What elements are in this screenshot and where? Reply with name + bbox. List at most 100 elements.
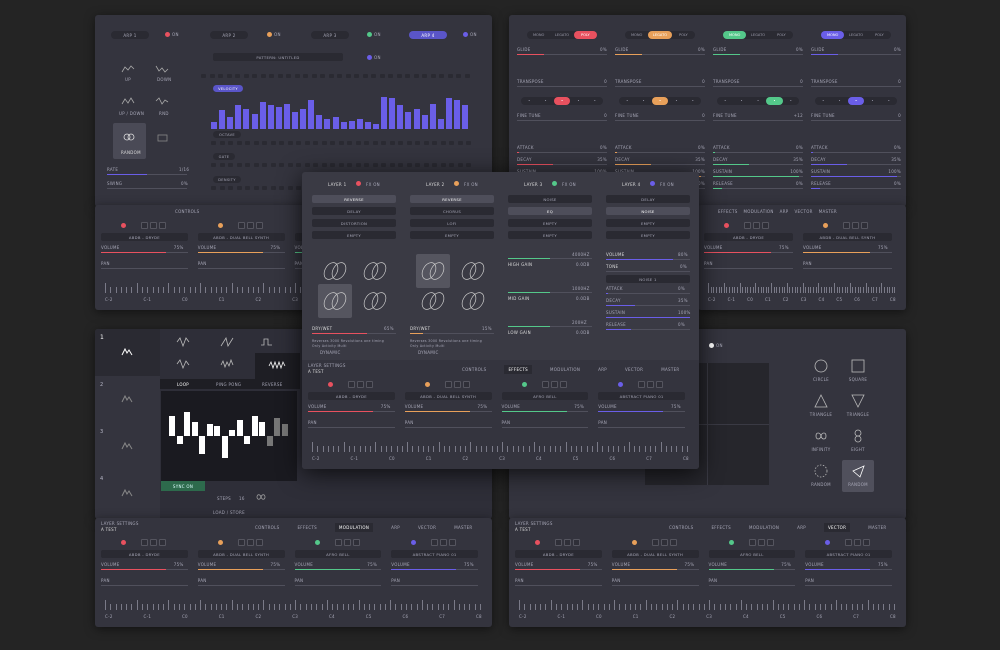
velocity-bar[interactable] [316,115,323,129]
octave-option[interactable]: • [570,97,586,105]
step-cell[interactable] [304,163,310,167]
mode-ping-pong[interactable]: PING PONG [216,382,241,387]
vector-shape-triangle-3[interactable]: TRIANGLE [842,390,874,422]
tab-master[interactable]: MASTER [819,209,837,214]
vector-shape-square-1[interactable]: SQUARE [842,355,874,387]
tab-effects[interactable]: EFFECTS [718,209,738,214]
step-cell[interactable] [262,186,267,190]
step-cell[interactable] [211,186,216,190]
param-slider[interactable] [713,152,803,153]
param-slider[interactable] [811,54,901,55]
tab-master[interactable]: MASTER [868,525,886,530]
octave-tab[interactable]: OCTAVE [213,131,241,138]
mod-row-2[interactable]: 2 [95,376,160,423]
voice-mode-legato[interactable]: LEGATO [648,31,672,39]
arp-preset-selector[interactable]: Pattern: Untitled [213,53,343,61]
step-cell[interactable] [398,141,403,145]
fx-mode-tile[interactable] [456,254,490,288]
arp-tab-4[interactable]: ARP 4 [409,31,447,39]
layer-mode-button[interactable] [861,222,868,229]
tab-modulation[interactable]: MODULATION [335,523,374,532]
load-store-label[interactable]: LOAD / STORE [213,510,245,515]
step-cell[interactable] [262,163,267,167]
fx-mode-tile[interactable] [416,254,450,288]
param-slider[interactable] [615,86,705,87]
mod-row-3[interactable]: 3 [95,423,160,470]
mod-step-bar[interactable] [251,416,258,436]
step-header-cell[interactable] [456,74,461,78]
param-slider[interactable] [615,164,705,165]
layer-mode-button[interactable] [255,222,263,229]
layer-mode-button[interactable] [246,539,254,546]
mod-step-bar[interactable] [221,436,228,458]
volume-slider[interactable] [404,411,492,412]
tab-controls[interactable]: CONTROLS [669,525,693,530]
pan-slider[interactable] [708,585,796,586]
fx-mode-tile[interactable] [456,284,490,318]
velocity-bar[interactable] [373,123,379,129]
velocity-bar[interactable] [389,98,396,129]
tab-modulation[interactable]: MODULATION [744,209,774,214]
velocity-bar[interactable] [356,118,363,129]
voice-mode-selector[interactable]: MONO LEGATO POLY [527,31,597,39]
volume-slider[interactable] [391,569,478,570]
volume-slider[interactable] [197,252,285,253]
direction-up-icon[interactable] [121,65,135,73]
infinity-icon[interactable] [255,494,267,500]
attack-slider[interactable] [606,293,690,294]
voice-mode-selector[interactable]: MONO LEGATO POLY [723,31,793,39]
pan-slider[interactable] [197,268,285,269]
step-cell[interactable] [466,163,471,167]
fx-mode-tile[interactable] [318,254,352,288]
layer-mode-button[interactable] [843,222,850,229]
param-slider[interactable] [517,164,607,165]
step-cell[interactable] [381,141,386,145]
layer-mode-button[interactable] [852,222,859,229]
step-cell[interactable] [296,141,301,145]
octave-step-row[interactable] [211,141,475,146]
arp-tab-1[interactable]: ARP 1 [111,31,149,39]
tab-arp[interactable]: ARP [780,209,789,214]
velocity-bar[interactable] [292,112,298,129]
velocity-bar[interactable] [364,122,371,129]
step-cell[interactable] [287,186,293,190]
pan-slider[interactable] [704,268,793,269]
step-cell[interactable] [279,141,284,145]
fx-slot[interactable]: DELAY [312,207,396,215]
sync-toggle[interactable]: SYNC ON [161,481,205,491]
mod-step-bar[interactable] [206,424,213,436]
keyboard-range-ruler[interactable] [105,596,482,610]
preset-selector[interactable]: Abstract Piano 01 [598,392,685,400]
step-cell[interactable] [313,141,318,145]
sustain-slider[interactable] [606,317,690,318]
param-slider[interactable] [713,164,803,165]
step-cell[interactable] [466,141,471,145]
octave-option[interactable]: • [750,97,766,105]
preset-selector[interactable]: ABDB - Dual Bell Synth [197,550,285,558]
layer-mode-button[interactable] [141,539,148,546]
direction-rnd-icon[interactable] [155,97,169,105]
velocity-bar[interactable] [211,122,217,129]
step-header-cell[interactable] [294,74,300,78]
fx-slot[interactable]: EMPTY [606,231,690,239]
step-cell[interactable] [287,141,293,145]
layer-mode-button[interactable] [440,539,448,546]
pan-slider[interactable] [101,268,188,269]
step-cell[interactable] [253,163,259,167]
volume-slider[interactable] [101,569,188,570]
fx-slot[interactable]: CHORUS [410,207,494,215]
gate-tab[interactable]: GATE [213,153,235,160]
velocity-bar[interactable] [454,100,460,129]
step-cell[interactable] [423,163,429,167]
preset-selector[interactable]: ABDB - Dryde [515,550,602,558]
layer-mode-button[interactable] [159,539,166,546]
volume-slider[interactable] [501,411,589,412]
layer-mode-button[interactable] [669,539,677,546]
velocity-tab[interactable]: VELOCITY [213,85,243,92]
volume-slider[interactable] [708,569,796,570]
eq-band-slider[interactable] [508,258,592,259]
step-header-cell[interactable] [277,74,283,78]
layer-mode-button[interactable] [559,381,567,388]
step-cell[interactable] [253,186,259,190]
layer-mode-button[interactable] [845,539,853,546]
